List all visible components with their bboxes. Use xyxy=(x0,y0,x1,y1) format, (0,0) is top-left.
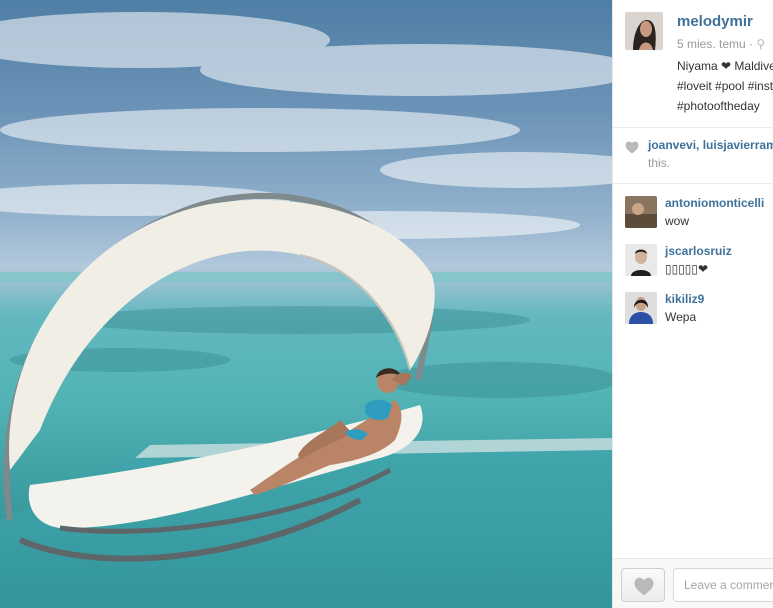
post-caption: Niyama ❤ Maldives #loveit #pool #instago… xyxy=(677,56,773,116)
heart-icon xyxy=(634,577,654,596)
comment-item: jscarlosruiz ▯▯▯▯▯❤ xyxy=(613,244,773,290)
comment-text: wow xyxy=(665,214,690,228)
likers-list[interactable]: joanvevi, luisjavierramos xyxy=(648,138,773,152)
meta-separator: · xyxy=(749,37,754,51)
post-sidebar: melodymir 5 mies. temu · ⚲ Niyama ❤ Mald… xyxy=(612,0,773,608)
comment-text: Wepa xyxy=(665,310,697,324)
author-avatar[interactable] xyxy=(625,12,663,50)
comment-item: kikiliz9 Wepa xyxy=(613,292,773,338)
author-username[interactable]: melodymir xyxy=(677,13,753,30)
comment-input[interactable] xyxy=(673,568,773,602)
commenter-avatar[interactable] xyxy=(625,196,657,228)
commenter-avatar[interactable] xyxy=(625,292,657,324)
commenter-avatar[interactable] xyxy=(625,244,657,276)
comment-text: ▯▯▯▯▯❤ xyxy=(665,262,709,276)
likes-suffix: this. xyxy=(648,156,671,170)
comment-username[interactable]: jscarlosruiz xyxy=(665,244,732,258)
post-photo[interactable] xyxy=(0,0,612,608)
photo-scene xyxy=(0,12,612,608)
like-button[interactable] xyxy=(621,568,665,602)
caption-line: Niyama ❤ Maldives xyxy=(677,59,773,73)
heart-icon xyxy=(625,141,639,154)
comment-username[interactable]: antoniomonticelli xyxy=(665,196,764,210)
comment-username[interactable]: kikiliz9 xyxy=(665,292,704,306)
post-header: melodymir 5 mies. temu · ⚲ Niyama ❤ Mald… xyxy=(613,0,773,128)
likes-section: joanvevi, luisjavierramos this. xyxy=(613,129,773,184)
caption-hashtags[interactable]: #loveit #pool #instagood xyxy=(677,76,773,96)
comment-composer xyxy=(613,558,773,608)
comment-item: antoniomonticelli wow xyxy=(613,196,773,242)
location-icon[interactable]: ⚲ xyxy=(756,37,765,51)
post-meta: 5 mies. temu · ⚲ xyxy=(677,37,765,51)
post-timestamp[interactable]: 5 mies. temu xyxy=(677,37,746,51)
caption-hashtags[interactable]: #photooftheday xyxy=(677,96,773,116)
